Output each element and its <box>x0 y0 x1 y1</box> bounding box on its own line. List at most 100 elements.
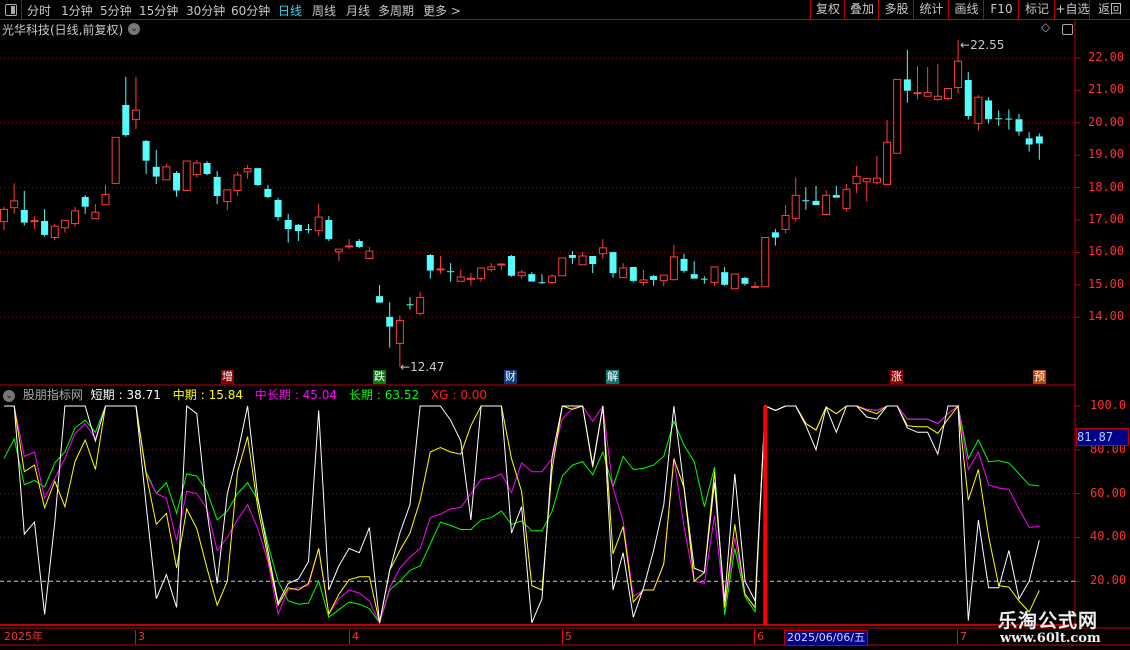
candle-body <box>852 175 861 185</box>
candle-body <box>325 220 333 240</box>
candle <box>802 187 810 210</box>
candle-body <box>943 87 952 100</box>
price-axis-label: 18.00 <box>1088 179 1125 194</box>
candle <box>842 184 851 212</box>
candle-body <box>629 266 637 281</box>
candle <box>60 219 69 233</box>
candle-body <box>395 319 404 344</box>
candle <box>162 163 171 181</box>
candle <box>985 97 993 124</box>
candle <box>619 263 628 279</box>
candle <box>598 239 607 259</box>
candle-body <box>609 252 617 274</box>
candle <box>974 95 983 131</box>
candle-body <box>50 225 59 238</box>
candle <box>30 216 39 230</box>
candle-body <box>883 141 892 185</box>
candle-body <box>893 78 902 154</box>
candle <box>933 63 942 102</box>
candle <box>182 160 191 192</box>
candle-body <box>548 275 557 284</box>
candle <box>791 177 800 222</box>
chart-frame <box>0 20 1130 646</box>
candle-body <box>832 195 840 198</box>
candle <box>883 119 892 185</box>
candle <box>41 208 49 237</box>
gridlines <box>0 57 1075 582</box>
candle <box>781 205 790 234</box>
low-price-value: 12.47 <box>410 360 445 374</box>
candle <box>995 110 1003 126</box>
event-marker-jie[interactable]: 解 <box>606 370 619 384</box>
candle <box>254 168 262 186</box>
kline-chart[interactable] <box>0 0 1130 650</box>
candle-body <box>730 273 739 290</box>
chevron-down-icon[interactable]: ⌄ <box>3 389 15 402</box>
candle-body <box>30 220 39 223</box>
indicator-line-short <box>4 405 1040 623</box>
candle-body <box>355 241 363 247</box>
candle-body <box>710 266 719 284</box>
candle-body <box>771 232 779 238</box>
candle-body <box>974 96 983 124</box>
candle <box>1025 132 1033 152</box>
date-label-month-6: 6 <box>754 630 764 644</box>
candle-body <box>223 189 232 203</box>
candle <box>589 255 597 274</box>
candle <box>852 165 861 194</box>
candle-body <box>284 220 292 230</box>
candle-body <box>497 263 506 266</box>
candle-body <box>508 255 515 276</box>
candle-body <box>1015 119 1023 132</box>
candle-body <box>122 104 130 136</box>
candle-body <box>447 271 455 273</box>
indicator-axis-label: 60.00 <box>1090 485 1127 500</box>
legend-mid: 中期: 15.84 <box>172 388 243 402</box>
price-axis-label: 22.00 <box>1088 50 1125 64</box>
candle-body <box>20 209 28 223</box>
candle <box>386 302 394 348</box>
candle <box>609 252 617 278</box>
candle-body <box>751 285 760 288</box>
candle-body <box>314 216 323 232</box>
candle <box>913 66 922 100</box>
candle <box>466 273 475 286</box>
candle-body <box>791 194 800 219</box>
low-price-annotation: ←12.47 <box>400 360 444 374</box>
legend-long: 长期: 63.52 <box>348 388 420 402</box>
candlestick-series <box>0 40 1043 367</box>
candle-body <box>903 79 911 91</box>
candle-body <box>659 274 668 282</box>
event-marker-cai[interactable]: 财 <box>504 370 517 384</box>
candle <box>50 223 59 241</box>
candle-body <box>416 296 425 314</box>
candle <box>659 274 668 287</box>
candle <box>314 204 323 236</box>
candle-body <box>254 168 262 186</box>
legend-mid-long: 中长期: 45.04 <box>254 388 338 402</box>
candle-body <box>538 282 546 284</box>
candle-body <box>111 136 120 184</box>
date-label-month-5: 5 <box>562 630 572 644</box>
candle <box>700 276 708 284</box>
candle <box>710 266 719 286</box>
candle <box>355 239 363 248</box>
candle-body <box>466 277 475 280</box>
event-marker-zeng[interactable]: 增 <box>221 370 234 384</box>
candle <box>761 236 770 288</box>
arrow-icon: ← <box>400 360 411 374</box>
candle <box>111 136 120 184</box>
candle <box>862 178 871 202</box>
candle-body <box>741 277 749 284</box>
candle <box>131 76 140 129</box>
event-marker-zhang[interactable]: 涨 <box>890 370 903 384</box>
event-marker-die[interactable]: 跌 <box>373 370 386 384</box>
event-marker-yu[interactable]: 预 <box>1033 370 1046 384</box>
candle-body <box>81 196 89 207</box>
date-label-year: 2025年 <box>4 630 43 643</box>
price-axis-label: 15.00 <box>1088 276 1125 291</box>
candle-body <box>528 274 536 282</box>
candle <box>680 254 688 273</box>
price-axis-label: 16.00 <box>1088 244 1125 259</box>
candle-body <box>376 296 384 303</box>
